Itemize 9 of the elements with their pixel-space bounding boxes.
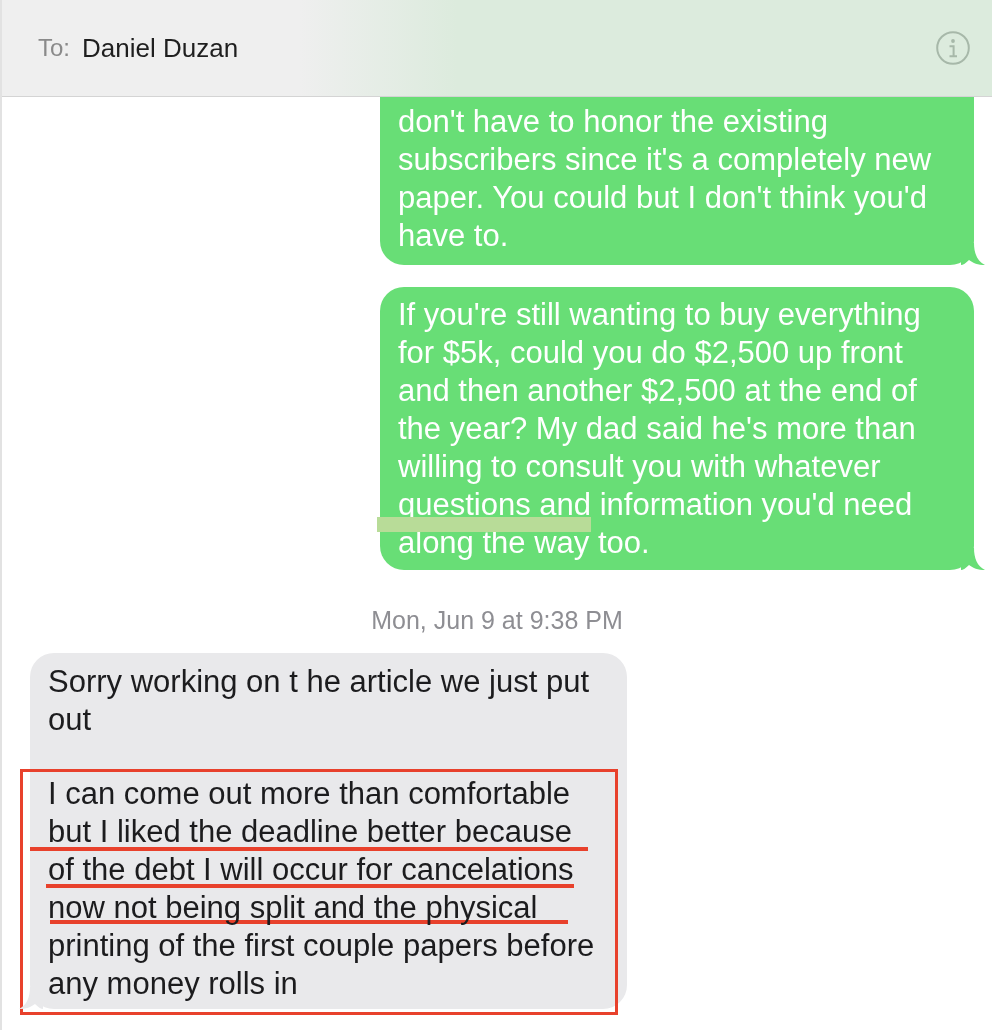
timestamp: Mon, Jun 9 at 9:38 PM — [370, 606, 624, 634]
message-text: Sorry working on t he article we just put out — [48, 663, 591, 739]
info-icon[interactable] — [936, 31, 970, 65]
bubble-tail-icon — [19, 987, 43, 1009]
message-text: I can come out more than comfortable but I liked the deadline better because of the debt I will occur for cancelations now not being split and the physical printing of the first couple papers before any money rolls in — [48, 775, 596, 1003]
message-text: If you're still wanting to buy everything for $5k, could you do $2,500 up front and then another $2,500 at the end of the year? My dad said he's more than willing to consult you with whatever questions and information you'd need along the way too. — [398, 296, 922, 562]
recipient-name[interactable]: Daniel Duzan — [82, 32, 239, 64]
to-label: To: — [38, 34, 70, 62]
message-text: don't have to honor the existing subscribers since it's a completely new paper. You could but I don't think you'd have to. — [398, 103, 933, 255]
